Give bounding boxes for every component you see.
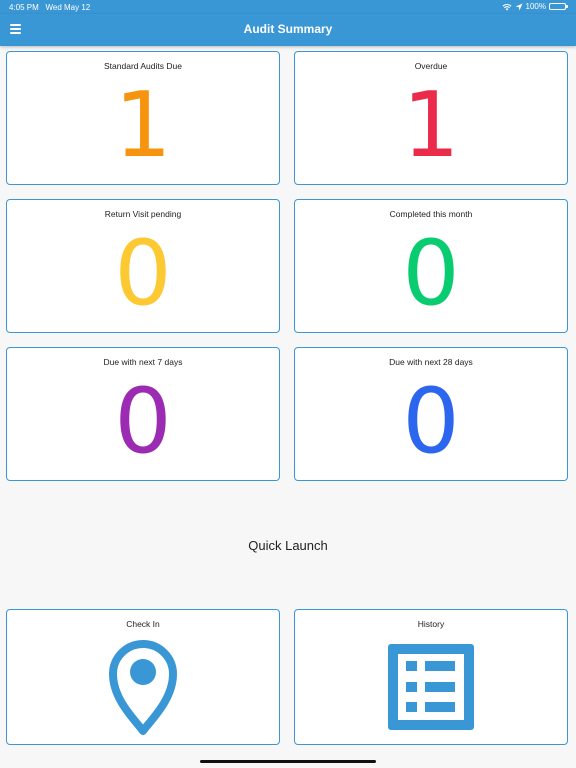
status-date-text: Wed May 12: [45, 3, 91, 12]
status-time-text: 4:05 PM: [9, 3, 39, 12]
battery-percent: 100%: [525, 2, 546, 11]
summary-card-due-next-7-days[interactable]: Due with next 7 days 0: [6, 347, 280, 481]
summary-card-overdue[interactable]: Overdue 1: [294, 51, 568, 185]
card-value: 0: [114, 221, 172, 326]
page-title: Audit Summary: [243, 22, 333, 36]
status-bar: 4:05 PM Wed May 12 100%: [0, 0, 576, 14]
quick-launch-title: Quick Launch: [248, 538, 328, 553]
check-in-button[interactable]: Check In: [6, 609, 280, 745]
card-label: Completed this month: [389, 209, 473, 219]
location-arrow-icon: [515, 3, 523, 10]
status-indicators: 100%: [502, 2, 568, 11]
card-label: Standard Audits Due: [104, 61, 182, 71]
summary-card-completed-this-month[interactable]: Completed this month 0: [294, 199, 568, 333]
card-value: 1: [402, 73, 460, 178]
card-label: Return Visit pending: [104, 209, 182, 219]
launch-label: History: [417, 619, 445, 629]
card-label: Due with next 28 days: [389, 357, 473, 367]
app-bar: Audit Summary: [0, 14, 576, 46]
card-value: 1: [114, 73, 172, 178]
battery-icon: [549, 3, 568, 10]
summary-card-due-next-28-days[interactable]: Due with next 28 days 0: [294, 347, 568, 481]
summary-card-return-visit-pending[interactable]: Return Visit pending 0: [6, 199, 280, 333]
card-value: 0: [114, 369, 172, 474]
wifi-icon: [502, 3, 512, 10]
card-label: Due with next 7 days: [103, 357, 183, 367]
status-time: 4:05 PM Wed May 12: [9, 3, 90, 12]
summary-card-standard-audits-due[interactable]: Standard Audits Due 1: [6, 51, 280, 185]
launch-label: Check In: [126, 619, 160, 629]
map-pin-icon: [109, 640, 177, 735]
list-document-icon: [388, 644, 474, 730]
home-indicator: [200, 760, 376, 763]
card-value: 0: [402, 221, 460, 326]
history-button[interactable]: History: [294, 609, 568, 745]
card-label: Overdue: [414, 61, 448, 71]
card-value: 0: [402, 369, 460, 474]
